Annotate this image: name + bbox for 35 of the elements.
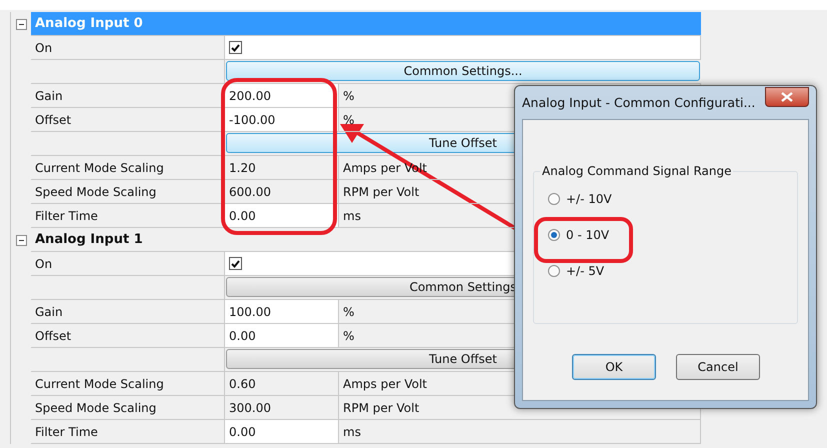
property-label: Offset — [31, 324, 225, 348]
radio-option[interactable]: +/- 5V — [548, 264, 787, 278]
property-label: Gain — [31, 84, 225, 108]
property-label: On — [31, 252, 225, 276]
value-field[interactable]: 0.00 — [225, 204, 339, 228]
checkbox[interactable] — [229, 257, 242, 270]
radio-button[interactable] — [548, 193, 560, 205]
value-cell: 0.60 — [225, 372, 339, 396]
unit-label: ms — [339, 420, 701, 444]
property-label: On — [31, 36, 225, 60]
value-cell: 300.00 — [225, 396, 339, 420]
property-label: Gain — [31, 300, 225, 324]
close-button[interactable] — [765, 86, 809, 106]
value-field[interactable]: 0.00 — [225, 420, 339, 444]
value-cell: 600.00 — [225, 180, 339, 204]
property-button[interactable]: Common Settings... — [226, 61, 700, 81]
collapse-toggle[interactable] — [16, 234, 26, 246]
value-cell: 1.20 — [225, 156, 339, 180]
value-field[interactable]: 200.00 — [225, 84, 339, 108]
dialog-button[interactable]: Cancel — [676, 354, 760, 380]
property-label: Filter Time — [31, 420, 225, 444]
value-field[interactable]: -100.00 — [225, 108, 339, 132]
value-field[interactable]: 100.00 — [225, 300, 339, 324]
close-icon — [781, 92, 793, 102]
radio-button[interactable] — [548, 229, 560, 241]
property-label: Current Mode Scaling — [31, 372, 225, 396]
value-field[interactable]: 0.00 — [225, 324, 339, 348]
option-label: +/- 10V — [566, 192, 612, 206]
collapse-toggle[interactable] — [16, 18, 26, 30]
dialog-button[interactable]: OK — [572, 354, 656, 380]
radio-button[interactable] — [548, 265, 560, 277]
property-label: Speed Mode Scaling — [31, 396, 225, 420]
option-label: 0 - 10V — [566, 228, 610, 242]
checkbox[interactable] — [229, 41, 242, 54]
option-label: +/- 5V — [566, 264, 604, 278]
